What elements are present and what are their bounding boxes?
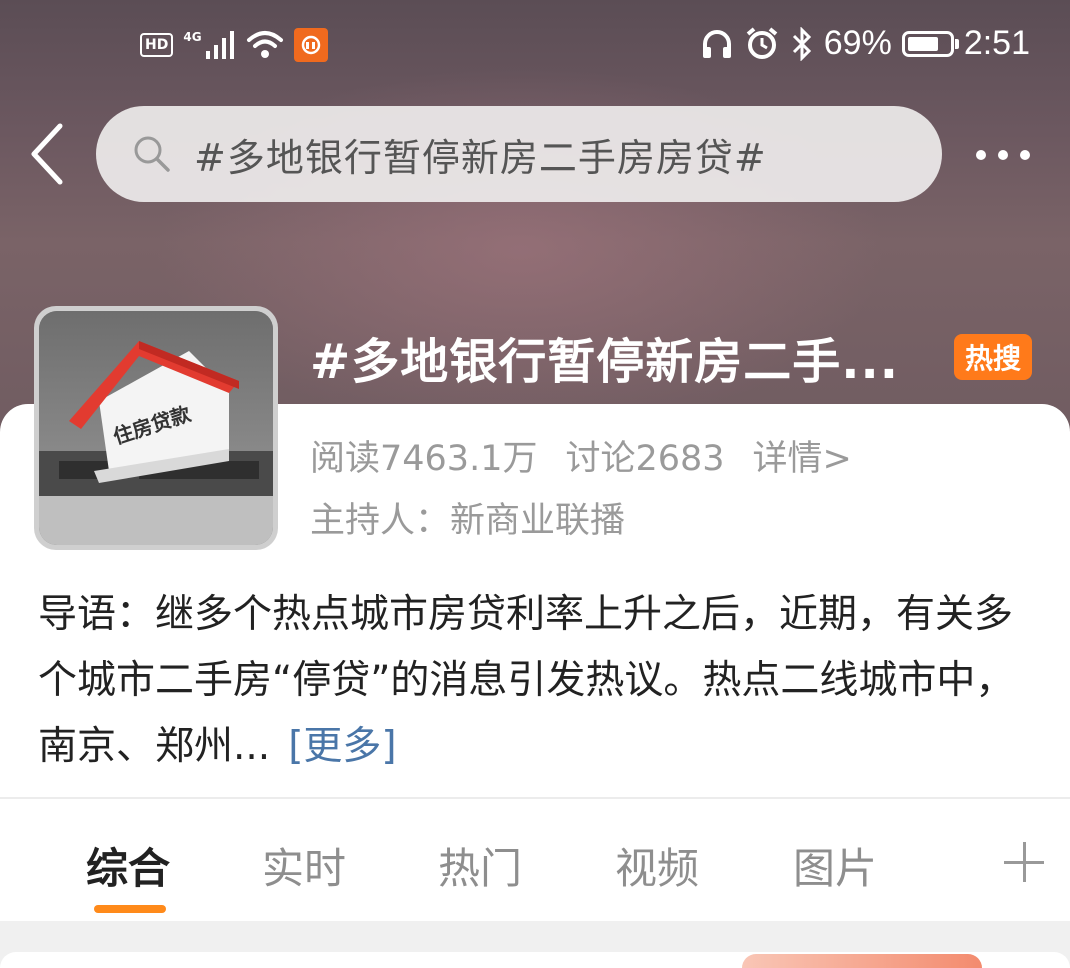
- topic-stats: 阅读7463.1万 讨论2683 详情>: [310, 430, 852, 481]
- bluetooth-icon: [792, 26, 811, 61]
- active-tab-indicator: [94, 905, 166, 913]
- intro-text: 导语：继多个热点城市房贷利率上升之后，近期，有关多个城市二手房“停贷”的消息引发…: [38, 592, 1015, 769]
- tab-video[interactable]: 视频: [615, 835, 699, 896]
- search-icon: [134, 136, 170, 172]
- discussion-count: 讨论2683: [565, 439, 725, 479]
- tab-realtime[interactable]: 实时: [262, 835, 346, 896]
- battery-percent: 69%: [823, 24, 892, 62]
- status-left-group: HD 4G: [140, 28, 328, 62]
- read-count: 阅读7463.1万: [310, 439, 538, 479]
- topic-host: 主持人：新商业联播: [310, 501, 626, 541]
- feed-tab-bar: 综合 实时 热门 视频 图片: [0, 799, 1070, 921]
- status-right-group: 69% 2:51: [700, 24, 1030, 63]
- search-query-text: #多地银行暂停新房二手房房贷#: [194, 135, 767, 180]
- more-icon[interactable]: [976, 140, 1046, 170]
- topic-title: #多地银行暂停新房二手...: [310, 334, 899, 390]
- signal-icon: [205, 31, 234, 59]
- search-input[interactable]: #多地银行暂停新房二手房房贷#: [96, 106, 942, 202]
- network-type-label: 4G: [183, 30, 202, 44]
- back-icon[interactable]: [28, 122, 68, 186]
- house-loan-image: 住房贷款: [39, 311, 273, 545]
- headphones-icon: [702, 29, 731, 58]
- hd-icon: HD: [140, 33, 174, 57]
- add-tab-icon[interactable]: [1004, 842, 1044, 882]
- battery-icon: [901, 30, 959, 57]
- wifi-icon: [246, 31, 283, 58]
- topic-thumbnail: 住房贷款: [34, 306, 278, 550]
- hot-search-badge: 热搜: [954, 334, 1032, 380]
- detail-link[interactable]: 详情>: [753, 430, 852, 481]
- tab-comprehensive[interactable]: 综合: [86, 835, 170, 896]
- tab-images[interactable]: 图片: [793, 835, 877, 896]
- mi-app-icon: [293, 28, 328, 62]
- feed-card-decoration: [742, 954, 982, 968]
- alarm-icon: [746, 26, 778, 59]
- intro-more-link[interactable]: [更多]: [288, 724, 396, 769]
- topic-intro: 导语：继多个热点城市房贷利率上升之后，近期，有关多个城市二手房“停贷”的消息引发…: [38, 582, 1038, 780]
- status-bar: HD 4G 69% 2:51: [0, 22, 1070, 70]
- clock-time: 2:51: [963, 24, 1030, 62]
- tab-hot[interactable]: 热门: [438, 835, 522, 896]
